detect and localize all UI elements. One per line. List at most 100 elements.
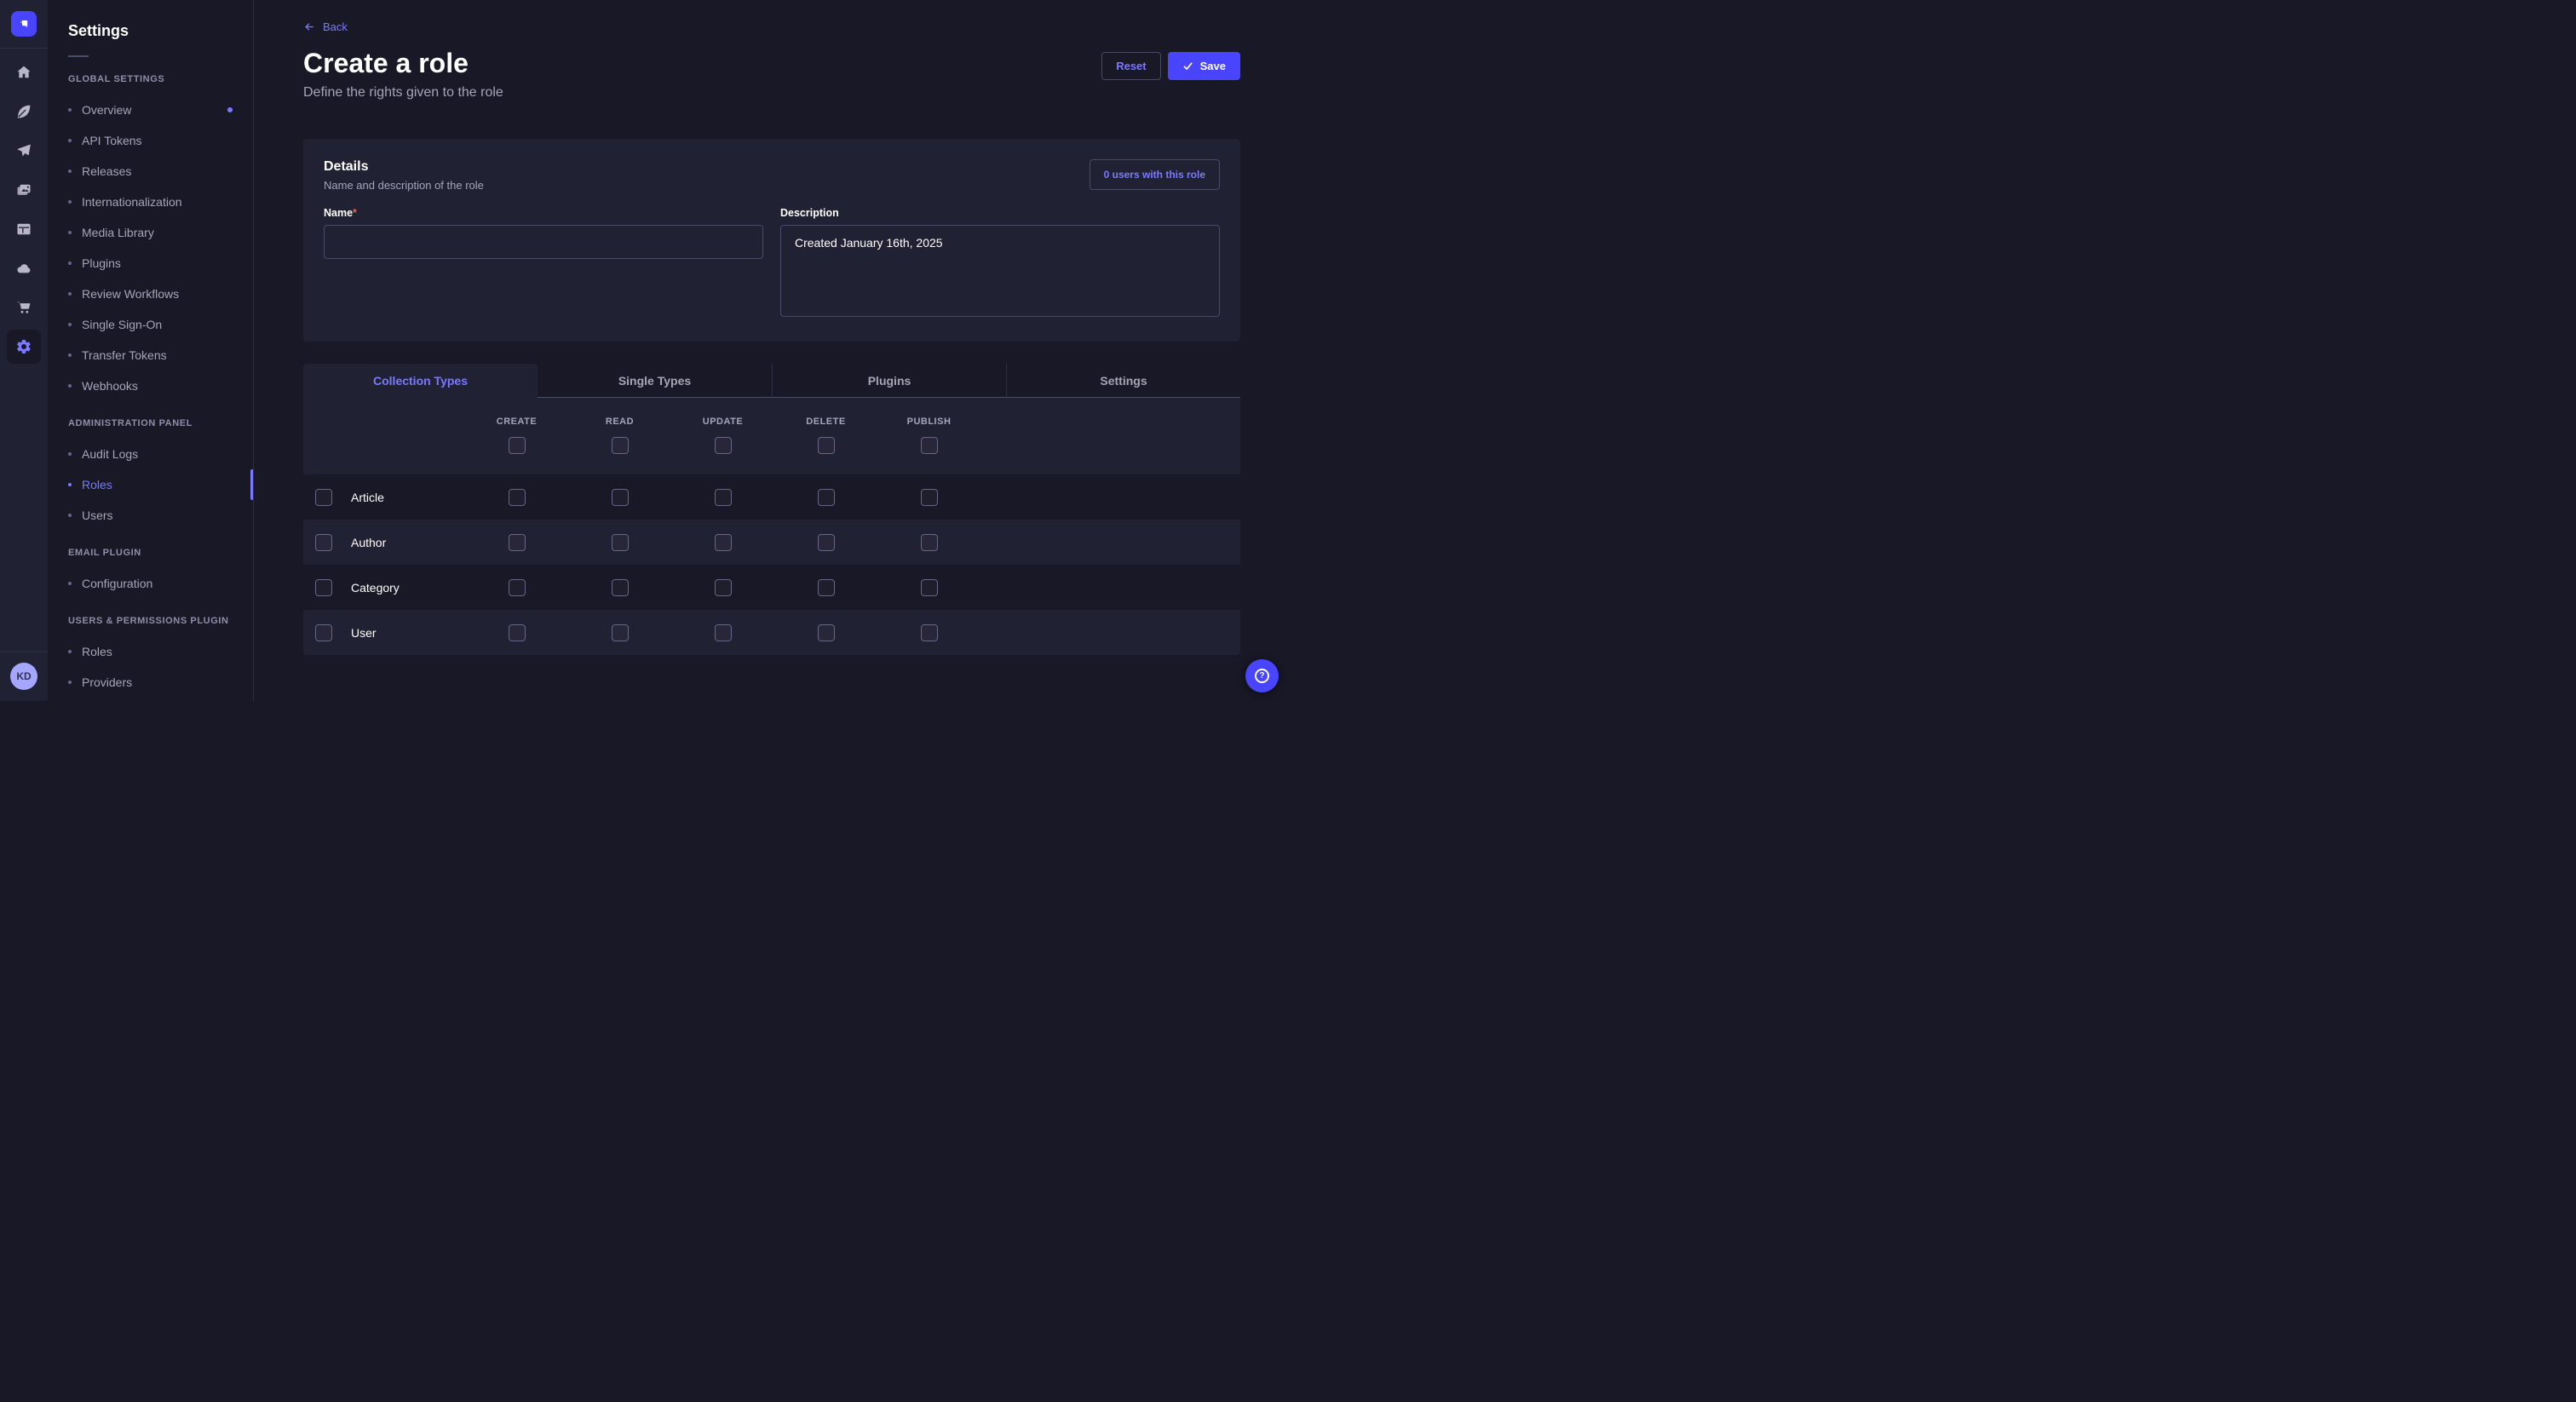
paper-plane-icon[interactable] [7,134,41,168]
checkbox-user-update[interactable] [715,624,732,641]
checkbox-author-delete[interactable] [818,534,835,551]
tab-settings[interactable]: Settings [1006,364,1240,398]
checkbox-author-all[interactable] [315,534,332,551]
sidebar-item-plugins[interactable]: Plugins [48,248,253,279]
header-spacer [980,417,1240,454]
rail-bottom-section: KD [0,652,48,701]
section-email-plugin: EMAIL PLUGIN Configuration [48,543,253,599]
sidebar-item-overview[interactable]: Overview [48,95,253,125]
back-link[interactable]: Back [303,20,348,33]
permissions-table-header: CREATE READ UPDATE DELETE [303,398,1240,474]
checkbox-user-all[interactable] [315,624,332,641]
sidebar-item-releases[interactable]: Releases [48,156,253,187]
marketplace-cart-icon[interactable] [7,290,41,325]
bullet-icon [68,292,72,296]
sidebar-item-providers[interactable]: Providers [48,667,253,698]
checkbox-all-publish[interactable] [921,437,938,454]
checkbox-article-publish[interactable] [921,489,938,506]
details-subheading: Name and description of the role [324,179,484,192]
bullet-icon [68,514,72,517]
bullet-icon [68,139,72,142]
bullet-icon [68,200,72,204]
home-icon[interactable] [7,55,41,89]
section-administration-panel: ADMINISTRATION PANEL Audit Logs Roles Us… [48,413,253,531]
permissions-tabs: Collection Types Single Types Plugins Se… [303,364,1240,398]
description-textarea[interactable]: Created January 16th, 2025 [780,225,1220,317]
checkbox-all-delete[interactable] [818,437,835,454]
sidebar-item-single-sign-on[interactable]: Single Sign-On [48,309,253,340]
sidebar-item-api-tokens[interactable]: API Tokens [48,125,253,156]
table-row-category: Category [303,565,1240,610]
row-subject: Author [303,534,465,551]
checkbox-user-create[interactable] [509,624,526,641]
sidebar-item-configuration[interactable]: Configuration [48,568,253,599]
checkbox-user-read[interactable] [612,624,629,641]
sidebar-item-webhooks[interactable]: Webhooks [48,371,253,401]
page-subtitle: Define the rights given to the role [303,85,503,101]
checkbox-article-read[interactable] [612,489,629,506]
checkbox-category-all[interactable] [315,579,332,596]
section-users-permissions-plugin: USERS & PERMISSIONS PLUGIN Roles Provide… [48,611,253,698]
arrow-left-icon [303,20,316,33]
header-actions: Reset Save [1101,52,1240,80]
help-button[interactable]: ? [1245,659,1279,692]
sidebar-item-roles-admin[interactable]: Roles [48,469,253,500]
logo-section [0,0,48,49]
sidebar-item-transfer-tokens[interactable]: Transfer Tokens [48,340,253,371]
strapi-logo-icon[interactable] [11,11,37,37]
app-window: KD Settings GLOBAL SETTINGS Overview API… [0,0,1288,701]
content-manager-feather-icon[interactable] [7,95,41,129]
checkbox-category-publish[interactable] [921,579,938,596]
checkbox-article-delete[interactable] [818,489,835,506]
page-heading-block: Create a role Define the rights given to… [303,48,503,101]
checkbox-category-read[interactable] [612,579,629,596]
sidebar-item-audit-logs[interactable]: Audit Logs [48,439,253,469]
tab-collection-types[interactable]: Collection Types [303,364,538,398]
user-avatar[interactable]: KD [10,663,37,690]
sidebar-item-media-library[interactable]: Media Library [48,217,253,248]
tab-single-types[interactable]: Single Types [538,364,772,398]
details-heading-block: Details Name and description of the role [324,159,484,192]
column-delete: DELETE [774,417,877,454]
section-header: USERS & PERMISSIONS PLUGIN [48,611,253,633]
checkbox-author-read[interactable] [612,534,629,551]
name-label: Name* [324,207,763,219]
bullet-icon [68,261,72,265]
settings-gear-icon[interactable] [7,330,41,364]
checkbox-user-delete[interactable] [818,624,835,641]
checkbox-all-read[interactable] [612,437,629,454]
checkbox-category-delete[interactable] [818,579,835,596]
details-fields: Name* Description Created January 16th, … [324,207,1220,321]
checkbox-article-update[interactable] [715,489,732,506]
permissions-section: Collection Types Single Types Plugins Se… [303,364,1240,655]
header-spacer [303,417,465,454]
checkbox-author-update[interactable] [715,534,732,551]
sidebar-item-roles-up[interactable]: Roles [48,636,253,667]
row-subject: Category [303,579,465,596]
save-button[interactable]: Save [1168,52,1240,80]
sidebar-item-review-workflows[interactable]: Review Workflows [48,279,253,309]
checkbox-user-publish[interactable] [921,624,938,641]
name-input[interactable] [324,225,763,259]
users-with-role-button[interactable]: 0 users with this role [1090,159,1220,190]
checkbox-category-update[interactable] [715,579,732,596]
checkbox-category-create[interactable] [509,579,526,596]
checkbox-article-create[interactable] [509,489,526,506]
checkbox-all-update[interactable] [715,437,732,454]
checkbox-all-create[interactable] [509,437,526,454]
name-field-group: Name* [324,207,763,321]
sidebar-item-users[interactable]: Users [48,500,253,531]
sidebar-item-internationalization[interactable]: Internationalization [48,187,253,217]
check-icon [1182,60,1193,72]
cloud-icon[interactable] [7,251,41,285]
checkbox-article-all[interactable] [315,489,332,506]
permissions-table: CREATE READ UPDATE DELETE [303,398,1240,655]
reset-button[interactable]: Reset [1101,52,1160,80]
checkbox-author-publish[interactable] [921,534,938,551]
column-update: UPDATE [671,417,774,454]
tab-plugins[interactable]: Plugins [772,364,1006,398]
media-library-icon[interactable] [7,173,41,207]
checkbox-author-create[interactable] [509,534,526,551]
column-create: CREATE [465,417,568,454]
layout-builder-icon[interactable] [7,212,41,246]
